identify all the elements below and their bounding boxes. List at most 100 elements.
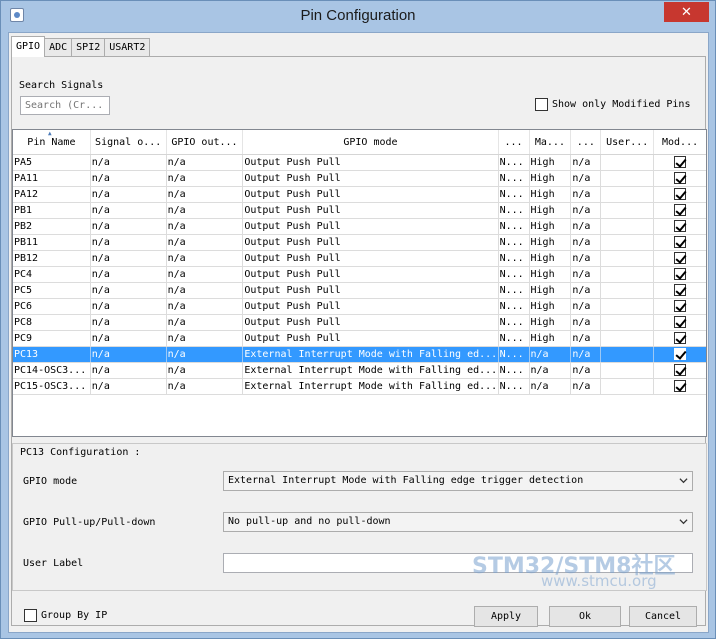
search-input[interactable] — [20, 96, 110, 115]
user-label-cell — [601, 187, 655, 202]
signal-cell: n/a — [91, 267, 167, 282]
signal-cell: n/a — [91, 315, 167, 330]
modified-checkbox[interactable] — [674, 252, 687, 264]
pull-cell: N... — [499, 331, 530, 346]
table-row[interactable]: PC8 n/a n/a Output Push Pull N... High n/a — [13, 315, 706, 331]
max-speed-cell: High — [530, 187, 572, 202]
modified-checkbox[interactable] — [674, 316, 687, 328]
gpio-output-cell: n/a — [167, 203, 244, 218]
column-header-modified[interactable]: Mod... — [654, 130, 706, 154]
modified-checkbox[interactable] — [674, 300, 687, 312]
signal-cell: n/a — [91, 363, 167, 378]
column-header-gpio-mode[interactable]: GPIO mode — [243, 130, 499, 154]
title-bar[interactable]: Pin Configuration ✕ — [1, 1, 715, 31]
gpio-mode-select[interactable]: External Interrupt Mode with Falling edg… — [223, 471, 693, 491]
group-by-ip-toggle[interactable]: Group By IP — [24, 609, 107, 622]
modified-cell — [654, 171, 706, 186]
gpio-mode-value: External Interrupt Mode with Falling edg… — [228, 475, 584, 486]
modified-checkbox[interactable] — [674, 268, 687, 280]
column-header-pin-name[interactable]: ▲ Pin Name — [13, 130, 91, 154]
max-speed-cell: n/a — [530, 379, 572, 394]
pull-cell: N... — [499, 299, 530, 314]
modified-checkbox[interactable] — [674, 156, 687, 168]
modified-checkbox[interactable] — [674, 188, 687, 200]
modified-checkbox[interactable] — [674, 204, 687, 216]
modified-checkbox[interactable] — [674, 348, 687, 360]
table-row[interactable]: PC9 n/a n/a Output Push Pull N... High n/a — [13, 331, 706, 347]
table-row[interactable]: PB12 n/a n/a Output Push Pull N... High n/a — [13, 251, 706, 267]
column-header-signal-on-pin[interactable]: Signal o... — [91, 130, 167, 154]
sort-ascending-icon: ▲ — [48, 130, 52, 137]
column-header-user-label[interactable]: User... — [601, 130, 655, 154]
gpio-mode-cell: Output Push Pull — [243, 235, 499, 250]
signal-cell: n/a — [91, 331, 167, 346]
user-label-cell — [601, 155, 655, 170]
tab-gpio[interactable]: GPIO — [11, 36, 46, 57]
column-header-gpio-output-level[interactable]: GPIO out... — [167, 130, 244, 154]
fast-mode-cell: n/a — [571, 267, 602, 282]
tab-usart2[interactable]: USART2 — [104, 38, 151, 57]
table-row[interactable]: PB2 n/a n/a Output Push Pull N... High n/a — [13, 219, 706, 235]
table-row[interactable]: PC6 n/a n/a Output Push Pull N... High n/a — [13, 299, 706, 315]
group-by-ip-checkbox[interactable] — [24, 609, 37, 622]
user-label-cell — [601, 203, 655, 218]
signal-cell: n/a — [91, 283, 167, 298]
user-label-cell — [601, 299, 655, 314]
modified-checkbox[interactable] — [674, 380, 687, 392]
gpio-mode-cell: Output Push Pull — [243, 155, 499, 170]
modified-checkbox[interactable] — [674, 332, 687, 344]
gpio-mode-cell: Output Push Pull — [243, 187, 499, 202]
ok-button[interactable]: Ok — [549, 606, 621, 627]
table-row[interactable]: PA11 n/a n/a Output Push Pull N... High n/a — [13, 171, 706, 187]
modified-checkbox[interactable] — [674, 172, 687, 184]
show-modified-checkbox[interactable] — [535, 98, 548, 111]
table-row[interactable]: PC4 n/a n/a Output Push Pull N... High n/a — [13, 267, 706, 283]
modified-checkbox[interactable] — [674, 220, 687, 232]
pull-cell: N... — [499, 219, 530, 234]
gpio-output-cell: n/a — [167, 347, 244, 362]
fast-mode-cell: n/a — [571, 251, 602, 266]
column-header-max-speed[interactable]: Ma... — [530, 130, 572, 154]
column-header-pull[interactable]: ... — [499, 130, 530, 154]
gpio-mode-cell: Output Push Pull — [243, 203, 499, 218]
search-signals-label: Search Signals — [19, 80, 104, 91]
gpio-output-cell: n/a — [167, 235, 244, 250]
gpio-mode-cell: Output Push Pull — [243, 251, 499, 266]
pin-table: ▲ Pin Name Signal o... GPIO out... GPIO m… — [12, 129, 707, 437]
max-speed-cell: High — [530, 219, 572, 234]
table-row[interactable]: PC15-OSC3... n/a n/a External Interrupt Mod… — [13, 379, 706, 395]
table-row[interactable]: PA5 n/a n/a Output Push Pull N... High n/a — [13, 155, 706, 171]
apply-button[interactable]: Apply — [474, 606, 538, 627]
table-row[interactable]: PB11 n/a n/a Output Push Pull N... High n/a — [13, 235, 706, 251]
tab-spi2[interactable]: SPI2 — [71, 38, 106, 57]
dialog-body: GPIO ADC SPI2 USART2 Search Signals Show… — [8, 32, 709, 633]
pull-cell: N... — [499, 267, 530, 282]
max-speed-cell: High — [530, 155, 572, 170]
close-button[interactable]: ✕ — [664, 2, 709, 22]
cancel-button[interactable]: Cancel — [629, 606, 697, 627]
pull-select[interactable]: No pull-up and no pull-down — [223, 512, 693, 532]
modified-checkbox[interactable] — [674, 284, 687, 296]
modified-checkbox[interactable] — [674, 236, 687, 248]
signal-cell: n/a — [91, 219, 167, 234]
gpio-mode-cell: Output Push Pull — [243, 331, 499, 346]
table-row[interactable]: PC13 n/a n/a External Interrupt Mode with F… — [13, 347, 706, 363]
pin-name-cell: PC8 — [13, 315, 91, 330]
modified-cell — [654, 315, 706, 330]
signal-cell: n/a — [91, 155, 167, 170]
max-speed-cell: High — [530, 203, 572, 218]
table-row[interactable]: PC5 n/a n/a Output Push Pull N... High n/a — [13, 283, 706, 299]
max-speed-cell: High — [530, 267, 572, 282]
signal-cell: n/a — [91, 203, 167, 218]
modified-cell — [654, 219, 706, 234]
gpio-mode-cell: External Interrupt Mode with Falling ed.… — [244, 363, 499, 378]
gpio-output-cell: n/a — [167, 219, 244, 234]
show-modified-toggle[interactable]: Show only Modified Pins — [535, 98, 690, 111]
tab-adc[interactable]: ADC — [44, 38, 73, 57]
table-row[interactable]: PB1 n/a n/a Output Push Pull N... High n/a — [13, 203, 706, 219]
modified-checkbox[interactable] — [674, 364, 687, 376]
table-row[interactable]: PA12 n/a n/a Output Push Pull N... High n/a — [13, 187, 706, 203]
table-row[interactable]: PC14-OSC3... n/a n/a External Interrupt Mod… — [13, 363, 706, 379]
user-label-cell — [601, 251, 655, 266]
column-header-fast-mode[interactable]: ... — [571, 130, 602, 154]
